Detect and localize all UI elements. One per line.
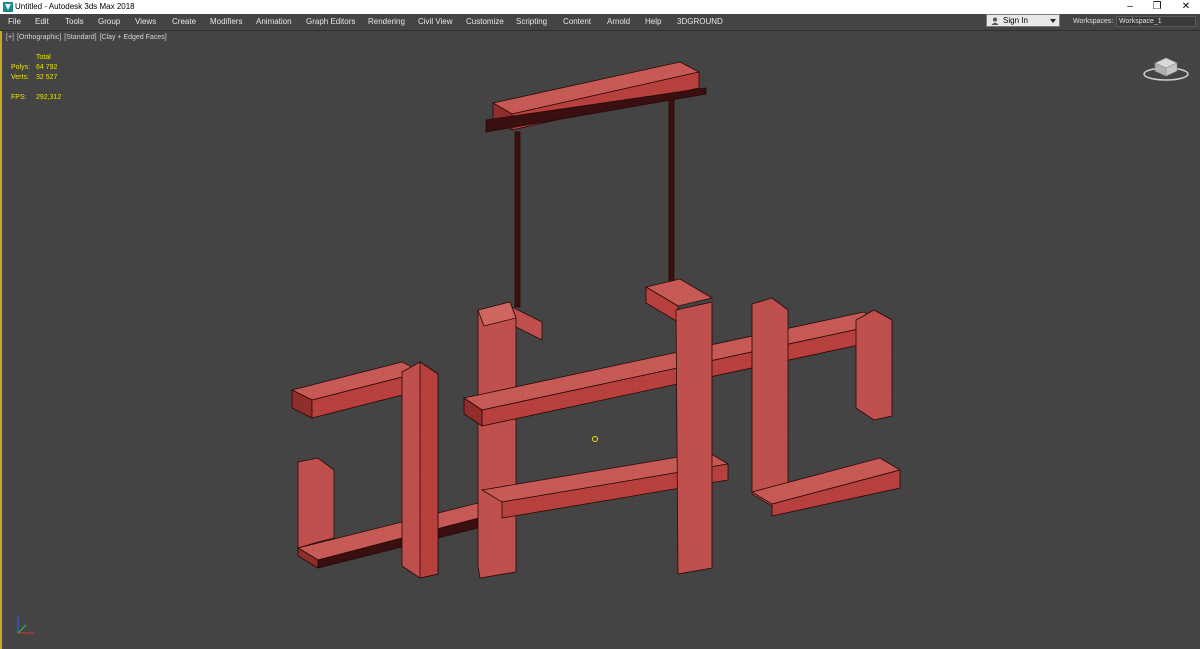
chevron-down-icon [1050, 19, 1056, 23]
menu-scripting[interactable]: Scripting [516, 14, 547, 30]
menu-help[interactable]: Help [645, 14, 661, 30]
menu-content[interactable]: Content [563, 14, 591, 30]
menu-civil-view[interactable]: Civil View [418, 14, 453, 30]
menu-arnold[interactable]: Arnold [607, 14, 630, 30]
workspace-value: Workspace_1 [1119, 18, 1162, 25]
menu-animation[interactable]: Animation [256, 14, 292, 30]
axis-tripod-icon [17, 615, 34, 634]
chandelier-model[interactable] [2, 31, 1198, 649]
workspaces-label: Workspaces: [1073, 18, 1114, 25]
menu-file[interactable]: File [8, 14, 21, 30]
maximize-button[interactable]: ❐ [1143, 0, 1171, 14]
perspective-viewport[interactable]: [+] [Orthographic] [Standard] [Clay + Ed… [0, 31, 1200, 649]
viewcube-icon[interactable] [1142, 53, 1190, 83]
menu-customize[interactable]: Customize [466, 14, 504, 30]
sign-in-label: Sign In [1003, 16, 1028, 25]
menu-views[interactable]: Views [135, 14, 156, 30]
menu-create[interactable]: Create [172, 14, 196, 30]
3dsmax-app-icon[interactable] [3, 2, 13, 12]
menu-modifiers[interactable]: Modifiers [210, 14, 242, 30]
menu-3dground[interactable]: 3DGROUND [677, 14, 723, 30]
menu-group[interactable]: Group [98, 14, 120, 30]
user-icon [991, 17, 999, 25]
window-title: Untitled - Autodesk 3ds Max 2018 [15, 2, 135, 11]
menu-graph-editors[interactable]: Graph Editors [306, 14, 355, 30]
close-button[interactable]: ✕ [1172, 0, 1200, 14]
title-bar: Untitled - Autodesk 3ds Max 2018 – ❐ ✕ [0, 0, 1200, 14]
menu-edit[interactable]: Edit [35, 14, 49, 30]
sign-in-dropdown[interactable]: Sign In [986, 14, 1060, 27]
menu-tools[interactable]: Tools [65, 14, 84, 30]
minimize-button[interactable]: – [1116, 0, 1144, 14]
workspace-select[interactable]: Workspace_1 [1116, 16, 1196, 27]
menu-rendering[interactable]: Rendering [368, 14, 405, 30]
